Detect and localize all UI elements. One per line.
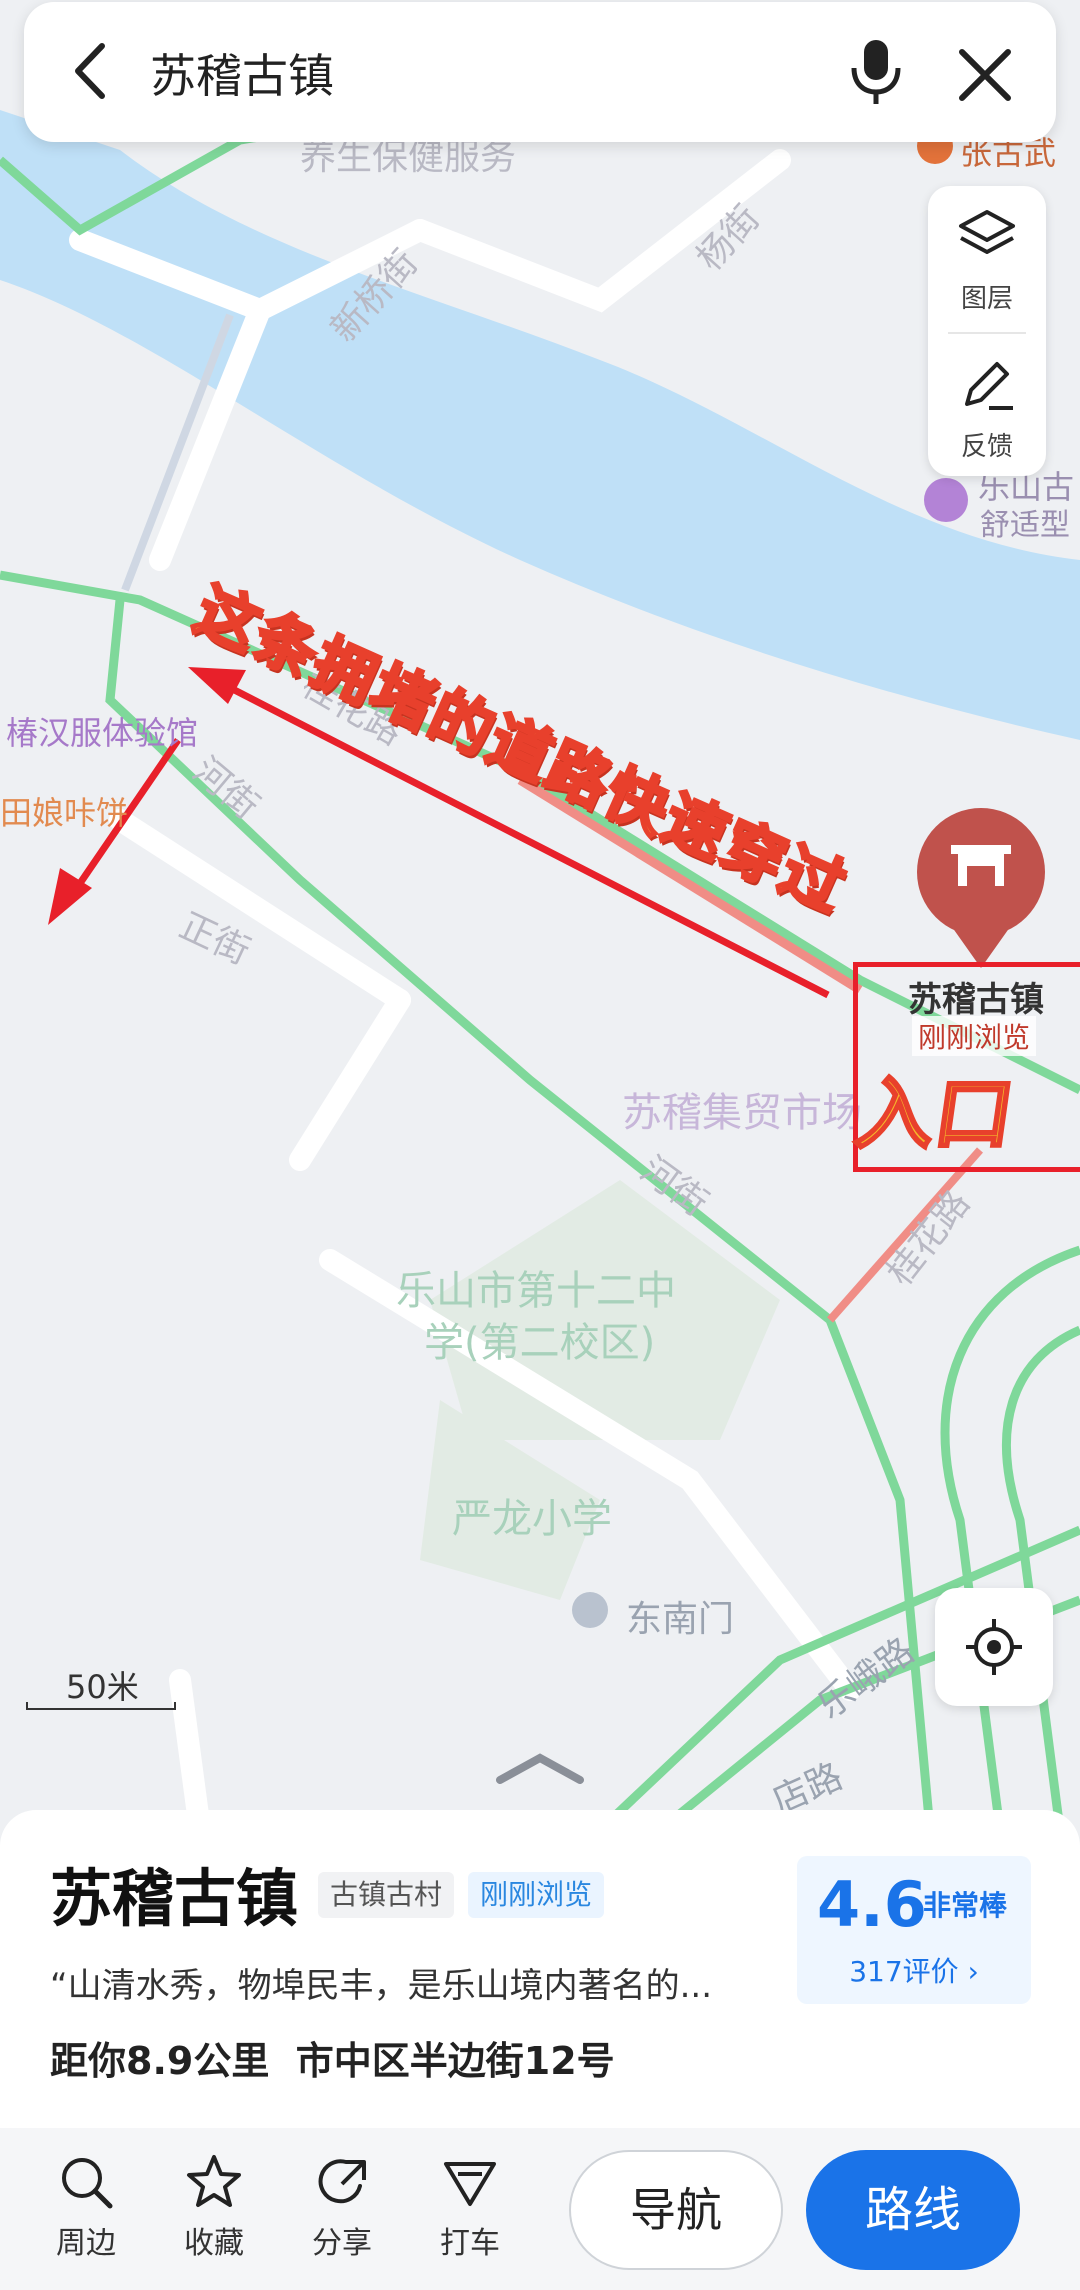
- close-icon[interactable]: [950, 40, 1020, 110]
- share-icon: [318, 2159, 366, 2204]
- locate-button[interactable]: [935, 1588, 1053, 1706]
- share-label: 分享: [312, 2226, 372, 2261]
- map-label[interactable]: 田娘咔饼: [0, 788, 128, 834]
- recently-viewed-tag: 刚刚浏览: [468, 1872, 605, 1918]
- back-icon[interactable]: [62, 36, 122, 106]
- favorite-label: 收藏: [184, 2226, 244, 2261]
- taxi-label: 打车: [440, 2226, 500, 2261]
- place-title: 苏稽古镇: [50, 1862, 299, 1935]
- entrance-label: 入口: [849, 1069, 1021, 1162]
- place-distance-address: 距你8.9公里 市中区半边街12号: [50, 2030, 615, 2085]
- nearby-label: 周边: [56, 2226, 116, 2261]
- map-label: 苏稽集贸市场: [622, 1090, 862, 1136]
- pin-name[interactable]: 苏稽古镇: [908, 972, 1044, 1021]
- layers-icon[interactable]: [957, 206, 1017, 266]
- route-button[interactable]: 路线: [806, 2150, 1020, 2270]
- place-address: 市中区半边街12号: [295, 2039, 615, 2083]
- map-label: 东南门: [626, 1599, 735, 1640]
- locate-icon: [966, 1619, 1022, 1675]
- map-label: 严龙小学: [452, 1496, 612, 1542]
- map-label: 乐山市第十二中: [396, 1268, 676, 1314]
- map-label[interactable]: 舒适型: [980, 500, 1070, 544]
- feedback-icon[interactable]: [957, 354, 1017, 414]
- divider: [948, 332, 1026, 334]
- search-input[interactable]: 苏稽古镇: [150, 40, 334, 106]
- star-icon: [187, 2155, 241, 2207]
- nearby-button[interactable]: 周边: [38, 2152, 134, 2262]
- microphone-icon[interactable]: [846, 36, 906, 106]
- taxi-button[interactable]: 打车: [422, 2152, 518, 2262]
- map-label[interactable]: 椿汉服体验馆: [6, 708, 198, 754]
- navigate-button[interactable]: 导航: [569, 2150, 783, 2270]
- favorite-button[interactable]: 收藏: [166, 2152, 262, 2262]
- rating-score: 4.6: [817, 1868, 927, 1941]
- search-icon: [62, 2158, 113, 2209]
- rating-box[interactable]: 4.6 非常棒 317评价 ›: [797, 1856, 1031, 2004]
- layers-button-label[interactable]: 图层: [928, 278, 1046, 315]
- rating-word: 非常棒: [923, 1889, 1008, 1922]
- place-distance: 距你8.9公里: [50, 2039, 270, 2083]
- feedback-button-label[interactable]: 反馈: [928, 426, 1046, 463]
- layer-panel: 图层 反馈: [928, 186, 1046, 476]
- share-button[interactable]: 分享: [294, 2152, 390, 2262]
- taxi-icon: [444, 2162, 496, 2206]
- map-label: 学(第二校区): [424, 1320, 656, 1366]
- place-category-tag: 古镇古村: [318, 1872, 455, 1918]
- map-scale-bar: [26, 1702, 176, 1710]
- map-canvas[interactable]: [0, 0, 1080, 1830]
- rating-count-link[interactable]: 317评价 ›: [797, 1950, 1031, 1990]
- pin-badge: 刚刚浏览: [912, 1016, 1037, 1056]
- place-description[interactable]: “山清水秀，物埠民丰，是乐山境内著名的...: [50, 1958, 712, 2007]
